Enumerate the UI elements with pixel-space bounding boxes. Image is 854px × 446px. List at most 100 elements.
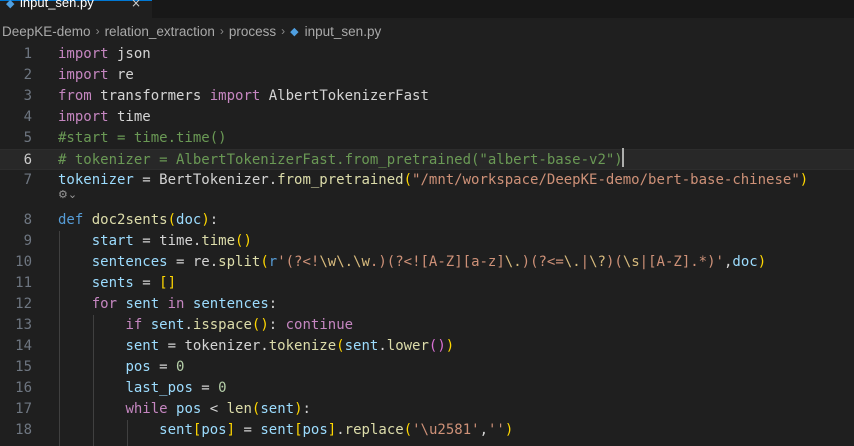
code-text: last_pos = 0 [58,378,226,399]
code-token: )( [605,254,623,270]
code-text: if sent.isspace(): continue [58,315,353,336]
code-line-5[interactable]: 5 #start = time.time() [0,128,854,149]
code-line-2[interactable]: 2 import re [0,65,854,86]
close-icon[interactable]: × [131,0,141,10]
code-token: ( [167,212,177,228]
code-token: = re. [167,254,219,270]
line-number: 12 [15,296,32,312]
code-token: sent [150,317,185,333]
tab-input-sen[interactable]: ◆ input_sen.py × [0,0,152,18]
code-text: for sent in sentences: [58,294,277,315]
breadcrumb: DeepKE-demo › relation_extraction › proc… [0,18,854,44]
codelens-row[interactable] [0,189,854,210]
line-number: 8 [23,212,32,228]
code-line-6[interactable]: 6 # tokenizer = AlbertTokenizerFast.from_… [0,149,854,170]
text-cursor [622,148,624,167]
code-token: = tokenizer. [159,338,269,354]
code-token: \. [504,254,522,270]
line-number: 13 [15,317,32,333]
code-line-12[interactable]: 12 for sent in sentences: [0,294,854,315]
code-token: ) [445,338,455,354]
code-line-10[interactable]: 10 sentences = re.split(r'(?<!\w\.\w.)(?… [0,252,854,273]
code-editor[interactable]: 1 import json 2 import re 3 from transformers… [0,44,854,446]
code-text: import time [58,107,151,128]
code-token: #start = time.time() [58,130,227,146]
code-token: doc [732,254,758,270]
code-line-18[interactable]: 18 sent[pos] = sent[pos].replace('\u2581… [0,420,854,441]
code-token: '' [488,422,505,438]
code-text: while pos < len(sent): [58,399,311,420]
code-token: from [58,88,92,104]
code-line-1[interactable]: 1 import json [0,44,854,65]
code-line-16[interactable]: 16 last_pos = 0 [0,378,854,399]
code-token: pos [176,401,202,417]
code-token: re [108,67,134,83]
code-line-8[interactable]: 8 def doc2sents(doc): [0,210,854,231]
code-line-9[interactable]: 9 start = time.time() [0,231,854,252]
breadcrumb-item-folder[interactable]: relation_extraction [105,24,215,39]
line-number: 2 [23,67,32,83]
chevron-right-icon: › [219,24,224,38]
code-token: sent [159,422,193,438]
code-token: \? [589,254,606,270]
code-line-15[interactable]: 15 pos = 0 [0,357,854,378]
code-token: sent [260,422,295,438]
code-token: doc2sents [91,212,168,228]
code-line-14[interactable]: 14 sent = tokenizer.tokenize(sent.lower(… [0,336,854,357]
code-token: tokenizer [58,172,134,188]
code-line-3[interactable]: 3 from transformers import AlbertTokenize… [0,86,854,107]
code-token: ] [327,422,337,438]
code-token: . [336,422,345,438]
python-file-icon: ◆ [6,0,15,10]
code-token: replace [344,422,404,438]
code-token: pos [201,422,227,438]
line-number: 7 [23,172,32,188]
code-line-13[interactable]: 13 if sent.isspace(): continue [0,315,854,336]
code-token: . [184,317,193,333]
code-token: split [218,254,261,270]
chevron-right-icon: › [95,24,100,38]
code-text: import json [58,44,151,65]
code-token: () [251,317,269,333]
code-token: for [91,296,118,312]
code-token: , [479,422,488,438]
code-token: \. [563,254,581,270]
line-number: 14 [15,338,32,354]
breadcrumb-item-file[interactable]: input_sen.py [305,24,382,39]
code-token: import [58,46,109,62]
code-token: = time. [133,233,202,249]
indent-guide [93,315,94,446]
code-token: tokenize [268,338,337,354]
line-number: 11 [15,275,32,291]
code-line-4[interactable]: 4 import time [0,107,854,128]
code-token: = [133,275,160,291]
code-token: sent [344,338,379,354]
breadcrumb-item-subfolder[interactable]: process [229,24,276,39]
code-line-17[interactable]: 17 while pos < len(sent): [0,399,854,420]
line-number: 3 [23,88,32,104]
codelens-icon[interactable]: ⚙⌄ [58,188,77,201]
code-token: : [302,401,311,417]
code-text: def doc2sents(doc): [58,210,218,231]
line-number: 16 [15,380,32,396]
code-text: sentences = re.split(r'(?<!\w\.\w.)(?<![… [58,252,766,273]
code-line-11[interactable]: 11 sents = [] [0,273,854,294]
breadcrumb-item-root[interactable]: DeepKE-demo [2,24,91,39]
code-token: [] [159,275,177,291]
code-line-7[interactable]: 7 tokenizer = BertTokenizer.from_pretrain… [0,170,854,191]
code-token: import [58,67,109,83]
line-number: 10 [15,254,32,270]
code-token: () [428,338,446,354]
code-token: = [192,380,219,396]
code-token: last_pos [125,380,193,396]
code-token: len [226,401,252,417]
code-token: ) [294,401,303,417]
line-number: 17 [15,401,32,417]
code-token: ) [504,422,514,438]
code-token: time [108,109,151,125]
code-token: AlbertTokenizerFast [260,88,429,104]
